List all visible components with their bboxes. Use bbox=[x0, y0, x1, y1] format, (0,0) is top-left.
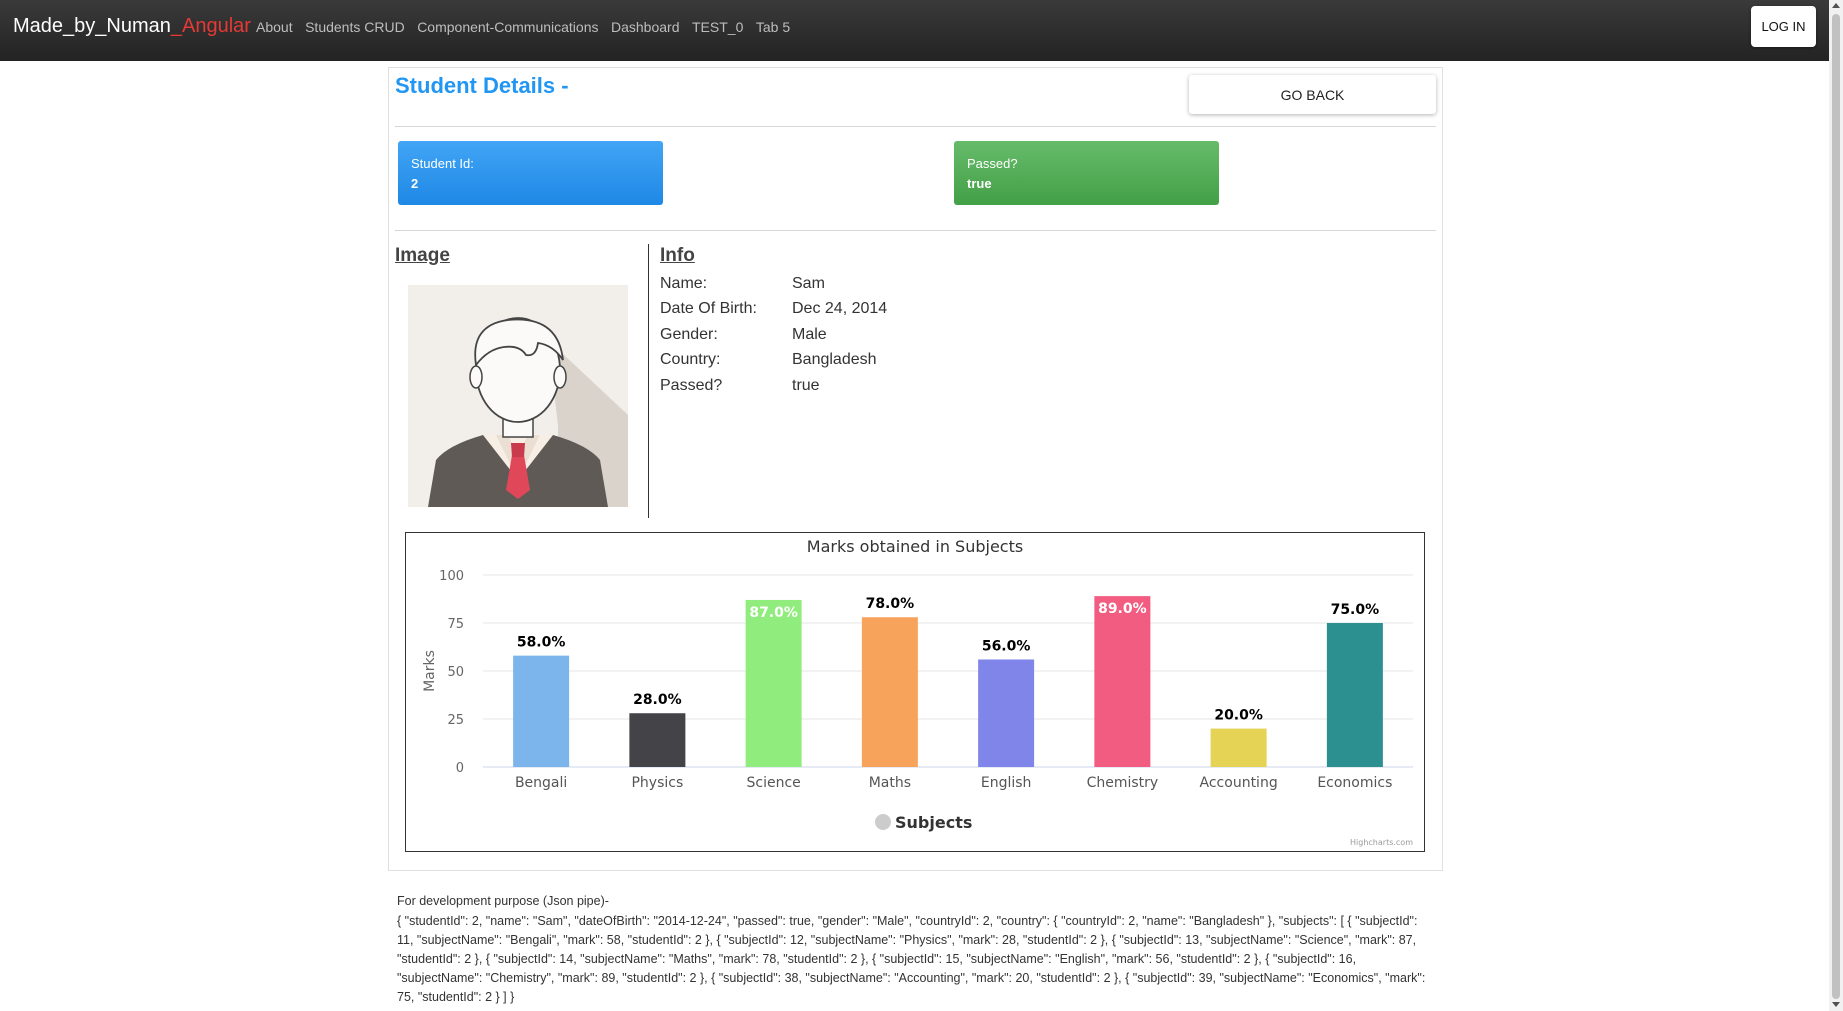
scrollbar-thumb[interactable] bbox=[1832, 14, 1840, 999]
info-value: Dec 24, 2014 bbox=[792, 300, 888, 317]
data-label: 58.0% bbox=[517, 635, 566, 651]
info-heading: Info bbox=[660, 245, 695, 266]
data-label: 75.0% bbox=[1331, 602, 1380, 618]
y-tick-label: 0 bbox=[456, 761, 464, 776]
data-label: 28.0% bbox=[633, 692, 682, 708]
bar-chemistry bbox=[1094, 596, 1151, 767]
scroll-up-arrow-icon[interactable] bbox=[1832, 3, 1840, 8]
student-id-value: 2 bbox=[411, 176, 419, 191]
y-tick-label: 50 bbox=[447, 665, 464, 680]
data-label: 87.0% bbox=[749, 605, 798, 621]
legend-label: Subjects bbox=[895, 813, 972, 832]
dev-json-output: { "studentId": 2, "name": "Sam", "dateOf… bbox=[397, 914, 1426, 1004]
y-tick-label: 75 bbox=[447, 617, 464, 632]
passed-badge: Passed? true bbox=[954, 141, 1219, 205]
x-tick-label: Chemistry bbox=[1087, 775, 1159, 791]
y-tick-label: 25 bbox=[447, 713, 464, 728]
nav-link-about[interactable]: About bbox=[256, 19, 293, 35]
student-id-label: Student Id: bbox=[411, 156, 474, 171]
info-value: Bangladesh bbox=[792, 351, 877, 368]
legend-marker-icon bbox=[875, 814, 891, 830]
nav-link-dashboard[interactable]: Dashboard bbox=[611, 19, 680, 35]
marks-chart-svg: Marks obtained in Subjects 0 25 50 75 100 Mark… bbox=[422, 537, 1413, 847]
nav-links: About Students CRUD Component-Communicat… bbox=[256, 19, 790, 35]
login-button[interactable]: LOG IN bbox=[1751, 6, 1816, 47]
student-id-badge: Student Id: 2 bbox=[398, 141, 663, 205]
page-title: Student Details - bbox=[395, 73, 569, 98]
nav-link-tab-5[interactable]: Tab 5 bbox=[756, 19, 790, 35]
x-tick-label: Physics bbox=[631, 775, 683, 791]
bar-science bbox=[745, 599, 802, 767]
bar-economics bbox=[1326, 623, 1383, 767]
info-label: Date Of Birth: bbox=[660, 300, 757, 317]
info-value: true bbox=[792, 377, 820, 394]
x-tick-label: Science bbox=[746, 775, 800, 791]
bar-english bbox=[978, 659, 1035, 767]
dev-json-title: For development purpose (Json pipe)- bbox=[397, 894, 609, 908]
brand-logo[interactable]: Made_by_Numan_Angular bbox=[13, 15, 251, 38]
info-value: Sam bbox=[792, 275, 825, 292]
chart-title: Marks obtained in Subjects bbox=[807, 537, 1023, 556]
data-label: 89.0% bbox=[1098, 601, 1147, 617]
student-avatar-icon bbox=[408, 285, 628, 507]
info-row-gender: Gender: Male bbox=[660, 326, 827, 344]
nav-link-test-0[interactable]: TEST_0 bbox=[692, 19, 743, 35]
scroll-down-arrow-icon[interactable] bbox=[1832, 1002, 1840, 1007]
image-heading: Image bbox=[395, 245, 450, 266]
info-row-name: Name: Sam bbox=[660, 275, 825, 293]
info-label: Name: bbox=[660, 275, 708, 292]
vertical-divider bbox=[648, 244, 649, 518]
x-tick-label: Economics bbox=[1317, 775, 1392, 791]
x-tick-label: Bengali bbox=[515, 775, 567, 791]
y-tick-label: 100 bbox=[439, 569, 464, 584]
nav-link-component-communications[interactable]: Component-Communications bbox=[417, 19, 598, 35]
x-tick-label: Accounting bbox=[1200, 775, 1278, 791]
brand-main-text: Made_by_Numan bbox=[13, 15, 171, 37]
vertical-scrollbar[interactable] bbox=[1829, 0, 1843, 1011]
x-tick-label: Maths bbox=[869, 775, 911, 791]
divider bbox=[395, 126, 1436, 127]
info-label: Country: bbox=[660, 351, 721, 368]
passed-label: Passed? bbox=[967, 156, 1018, 171]
y-axis-label: Marks bbox=[422, 650, 438, 692]
marks-chart: Marks obtained in Subjects 0 25 50 75 100 Mark… bbox=[405, 532, 1425, 852]
info-row-date-of-birth: Date Of Birth: Dec 24, 2014 bbox=[660, 300, 887, 318]
nav-link-students-crud[interactable]: Students CRUD bbox=[305, 19, 405, 35]
bar-physics bbox=[629, 713, 686, 767]
divider bbox=[395, 230, 1436, 231]
chart-credit: Highcharts.com bbox=[1350, 838, 1413, 847]
data-label: 78.0% bbox=[866, 596, 915, 612]
info-label: Passed? bbox=[660, 377, 723, 394]
info-row-country: Country: Bangladesh bbox=[660, 351, 877, 369]
bar-maths bbox=[861, 617, 918, 767]
data-label: 56.0% bbox=[982, 638, 1031, 654]
brand-accent-text: _Angular bbox=[170, 15, 251, 37]
info-label: Gender: bbox=[660, 326, 718, 343]
data-label: 20.0% bbox=[1214, 708, 1263, 724]
info-row-passed: Passed? true bbox=[660, 377, 820, 395]
x-tick-label: English bbox=[981, 775, 1032, 791]
go-back-button[interactable]: GO BACK bbox=[1189, 75, 1436, 114]
info-value: Male bbox=[792, 326, 827, 343]
bar-accounting bbox=[1210, 728, 1267, 767]
passed-value: true bbox=[967, 176, 992, 191]
top-navbar: Made_by_Numan_Angular About Students CRU… bbox=[0, 0, 1829, 61]
bar-bengali bbox=[513, 655, 570, 767]
